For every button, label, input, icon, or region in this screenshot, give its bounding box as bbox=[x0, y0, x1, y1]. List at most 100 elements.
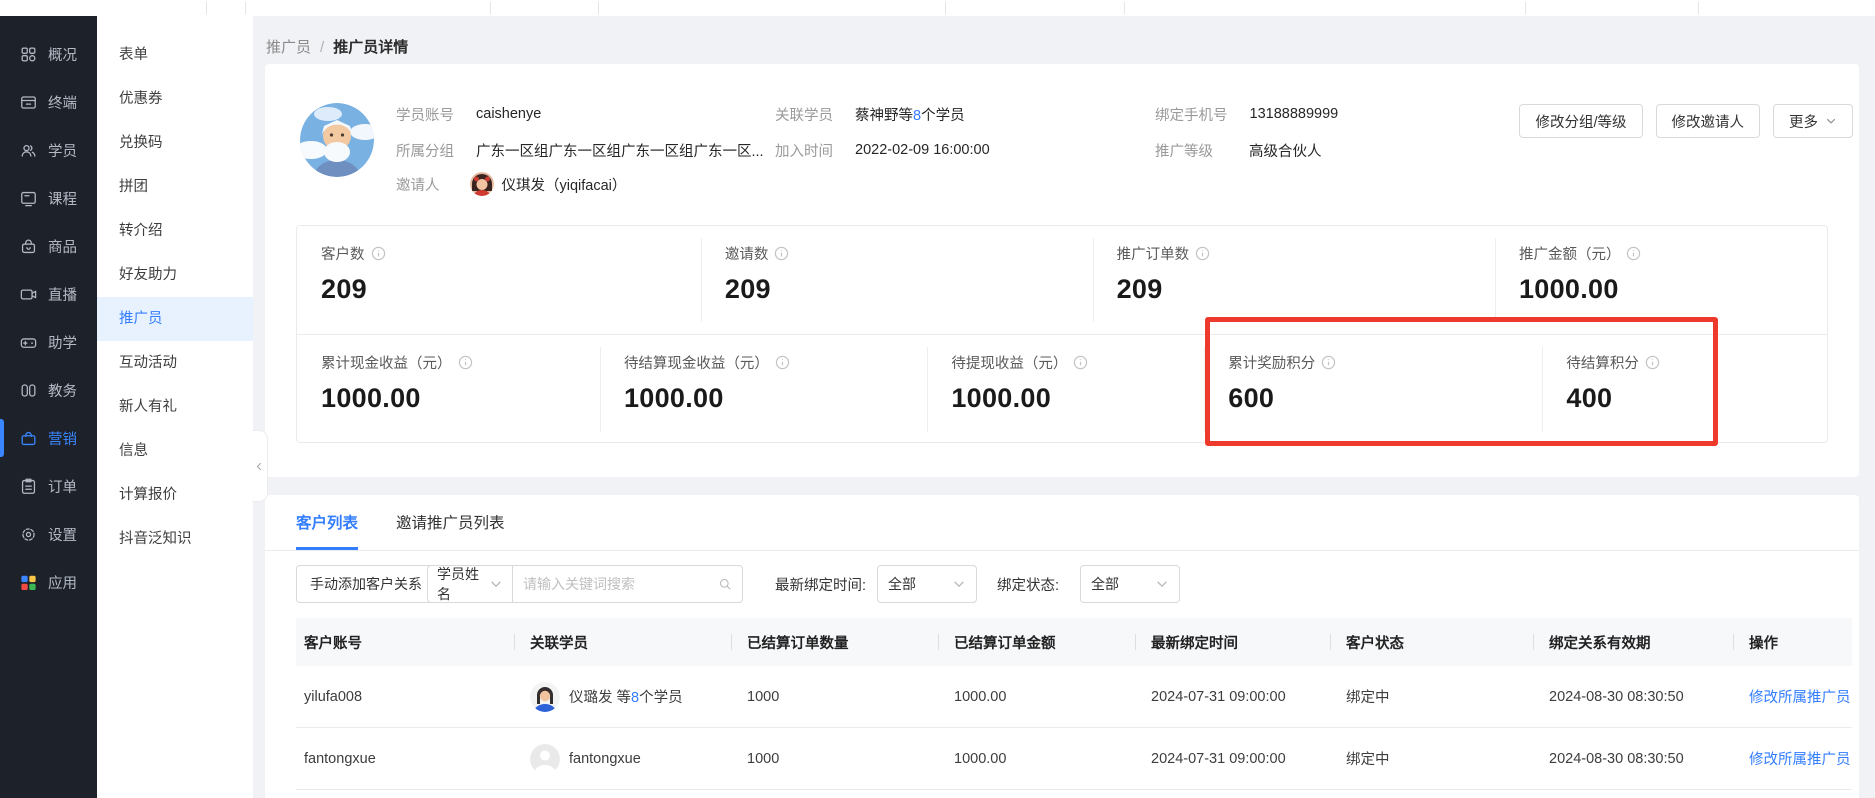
select-value: 学员姓名 bbox=[437, 564, 489, 604]
related-count[interactable]: 8 bbox=[913, 108, 921, 124]
more-button[interactable]: 更多 bbox=[1773, 104, 1853, 138]
info-icon[interactable] bbox=[1195, 246, 1210, 261]
field-label: 所属分组 bbox=[396, 140, 454, 161]
header-account: 客户账号 bbox=[296, 618, 514, 666]
info-icon[interactable] bbox=[371, 246, 386, 261]
chevron-down-icon bbox=[1155, 577, 1169, 591]
field-label: 绑定手机号 bbox=[1155, 104, 1228, 125]
stat-label: 推广金额（元） bbox=[1519, 243, 1621, 264]
sidebar-item-assist[interactable]: 助学 bbox=[0, 318, 97, 366]
sidebar-item-label: 学员 bbox=[48, 140, 77, 161]
field-label: 学员账号 bbox=[396, 104, 454, 125]
button-label: 修改邀请人 bbox=[1672, 111, 1745, 132]
tab-separator bbox=[945, 2, 946, 14]
submenu-item-douyin[interactable]: 抖音泛知识 bbox=[97, 517, 253, 561]
sidebar-item-marketing[interactable]: 营销 bbox=[0, 414, 97, 462]
tab-separator bbox=[490, 2, 491, 14]
sidebar-item-label: 概况 bbox=[48, 44, 77, 65]
sidebar-item-terminal[interactable]: 终端 bbox=[0, 78, 97, 126]
inviter-avatar bbox=[470, 172, 494, 196]
change-promoter-link[interactable]: 修改所属推广员 bbox=[1749, 686, 1851, 707]
stat-label: 待结算积分 bbox=[1566, 352, 1639, 373]
search-box bbox=[512, 565, 743, 603]
profile-actions: 修改分组/等级 修改邀请人 更多 bbox=[1519, 104, 1853, 138]
main-content: 推广员/推广员详情 学员账号 cais bbox=[253, 16, 1875, 798]
cell-settled-orders: 1000 bbox=[731, 666, 938, 727]
field-value: 蔡神野等8个学员 bbox=[855, 104, 965, 125]
stat-label: 邀请数 bbox=[725, 243, 769, 264]
customer-list-card: 客户列表 邀请推广员列表 手动添加客户关系 学员姓名 最新绑定时间: 全部 bbox=[265, 495, 1859, 798]
stat-pending-cash: 待结算现金收益（元） 1000.00 bbox=[600, 335, 927, 444]
field-label: 邀请人 bbox=[396, 174, 440, 195]
stat-value: 209 bbox=[321, 274, 701, 305]
submenu-item-coupons[interactable]: 优惠券 bbox=[97, 77, 253, 121]
related-name: fantongxue bbox=[569, 751, 641, 767]
chevron-down-icon bbox=[952, 577, 966, 591]
sidebar-item-academic[interactable]: 教务 bbox=[0, 366, 97, 414]
table-row: fantongxue fantongxue 1000 bbox=[296, 728, 1852, 790]
add-customer-relation-button[interactable]: 手动添加客户关系 bbox=[296, 565, 436, 603]
search-input[interactable] bbox=[523, 576, 718, 592]
submenu-item-quote-calc[interactable]: 计算报价 bbox=[97, 473, 253, 517]
submenu-item-forms[interactable]: 表单 bbox=[97, 33, 253, 77]
bind-time-select[interactable]: 全部 bbox=[877, 565, 977, 603]
related-name: 仪璐发 等8个学员 bbox=[569, 686, 683, 707]
sidebar-item-overview[interactable]: 概况 bbox=[0, 30, 97, 78]
sidebar-collapse-handle[interactable] bbox=[252, 430, 268, 502]
academic-icon bbox=[19, 381, 38, 400]
breadcrumb-parent[interactable]: 推广员 bbox=[266, 39, 311, 56]
related-count[interactable]: 8 bbox=[631, 690, 639, 706]
sidebar-item-apps[interactable]: 应用 bbox=[0, 558, 97, 606]
stat-value: 209 bbox=[725, 274, 1093, 305]
sidebar-item-students[interactable]: 学员 bbox=[0, 126, 97, 174]
sidebar-item-settings[interactable]: 设置 bbox=[0, 510, 97, 558]
stats-row-1: 客户数 209 邀请数 209 推广订单数 209 推广金额（元） 1000.0… bbox=[297, 226, 1827, 335]
sidebar-item-goods[interactable]: 商品 bbox=[0, 222, 97, 270]
chevron-down-icon bbox=[489, 577, 503, 591]
field-join-time: 加入时间 2022-02-09 16:00:00 bbox=[775, 138, 990, 162]
cell-account: fantongxue bbox=[296, 728, 514, 789]
button-label: 修改分组/等级 bbox=[1535, 111, 1626, 132]
submenu-item-referral[interactable]: 转介绍 bbox=[97, 209, 253, 253]
bind-status-select[interactable]: 全部 bbox=[1080, 565, 1180, 603]
sidebar-item-courses[interactable]: 课程 bbox=[0, 174, 97, 222]
stat-value: 1000.00 bbox=[321, 383, 600, 414]
header-actions: 操作 bbox=[1733, 618, 1852, 666]
breadcrumb-separator: / bbox=[320, 39, 324, 56]
search-field-select[interactable]: 学员姓名 bbox=[427, 565, 513, 603]
info-icon[interactable] bbox=[1645, 355, 1660, 370]
sidebar-item-label: 设置 bbox=[48, 524, 77, 545]
tab-separator bbox=[245, 2, 246, 14]
tab-separator bbox=[206, 2, 207, 14]
field-value: 广东一区组广东一区组广东一区组广东一区... bbox=[476, 140, 764, 161]
edit-inviter-button[interactable]: 修改邀请人 bbox=[1656, 104, 1761, 138]
submenu-item-interactive[interactable]: 互动活动 bbox=[97, 341, 253, 385]
submenu-item-newcomer-gift[interactable]: 新人有礼 bbox=[97, 385, 253, 429]
stat-promo-orders: 推广订单数 209 bbox=[1093, 226, 1495, 334]
header-bind-time: 最新绑定时间 bbox=[1135, 618, 1330, 666]
secondary-sidebar: 表单 优惠券 兑换码 拼团 转介绍 好友助力 推广员 互动活动 新人有礼 信息 … bbox=[97, 16, 253, 798]
sidebar-item-orders[interactable]: 订单 bbox=[0, 462, 97, 510]
info-icon[interactable] bbox=[775, 355, 790, 370]
tab-invited-promoters[interactable]: 邀请推广员列表 bbox=[396, 511, 505, 550]
submenu-item-redeem-codes[interactable]: 兑换码 bbox=[97, 121, 253, 165]
change-promoter-link[interactable]: 修改所属推广员 bbox=[1749, 748, 1851, 769]
edit-group-level-button[interactable]: 修改分组/等级 bbox=[1519, 104, 1642, 138]
submenu-item-friend-boost[interactable]: 好友助力 bbox=[97, 253, 253, 297]
field-related: 关联学员 蔡神野等8个学员 bbox=[775, 102, 965, 126]
sidebar-item-live[interactable]: 直播 bbox=[0, 270, 97, 318]
info-icon[interactable] bbox=[1073, 355, 1088, 370]
submenu-item-promoter[interactable]: 推广员 bbox=[97, 297, 253, 341]
info-icon[interactable] bbox=[1321, 355, 1336, 370]
search-icon[interactable] bbox=[718, 577, 732, 591]
info-icon[interactable] bbox=[774, 246, 789, 261]
primary-sidebar: 概况 终端 学员 课程 商品 直播 助学 教务 bbox=[0, 16, 97, 798]
field-phone: 绑定手机号 13188889999 bbox=[1155, 102, 1338, 126]
sidebar-item-label: 终端 bbox=[48, 92, 77, 113]
info-icon[interactable] bbox=[1626, 246, 1641, 261]
tab-customer-list[interactable]: 客户列表 bbox=[296, 511, 358, 550]
submenu-item-group-buy[interactable]: 拼团 bbox=[97, 165, 253, 209]
info-icon[interactable] bbox=[458, 355, 473, 370]
field-account: 学员账号 caishenye bbox=[396, 102, 541, 126]
submenu-item-messages[interactable]: 信息 bbox=[97, 429, 253, 473]
